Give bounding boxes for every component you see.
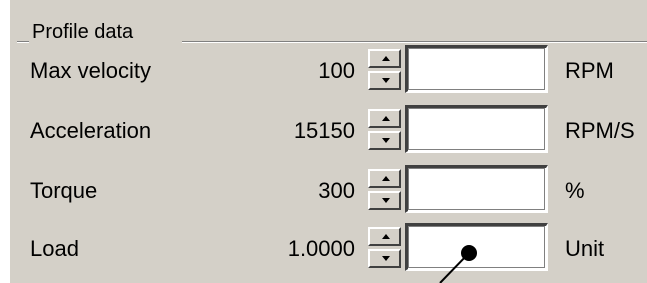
pointer-annotation bbox=[439, 252, 470, 283]
pointer-dot bbox=[461, 245, 477, 261]
